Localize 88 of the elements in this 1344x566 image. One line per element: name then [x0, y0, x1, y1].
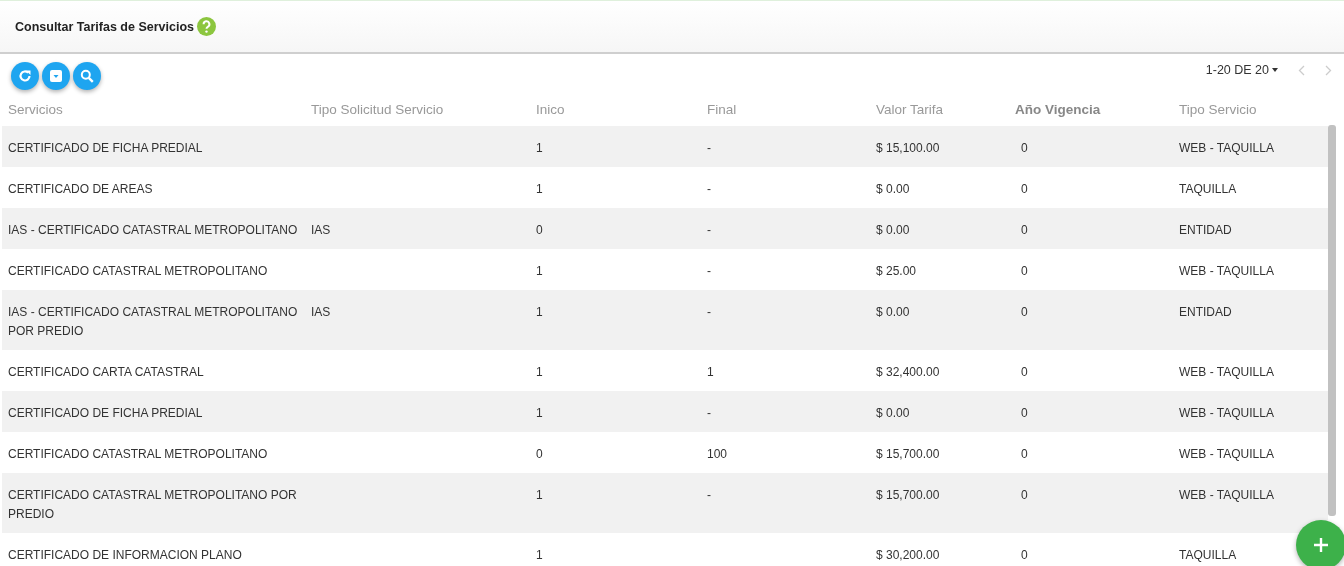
column-header[interactable]: Valor Tarifa [870, 101, 1009, 117]
table-cell-text: CERTIFICADO CATASTRAL METROPOLITANO POR PREDIO [7, 487, 298, 523]
table-cell-text: $ 0.00 [875, 405, 911, 422]
search-icon [80, 68, 94, 83]
table-cell-text: 0 [1020, 487, 1029, 504]
table-cell-text: $ 0.00 [875, 304, 911, 321]
page-title: Consultar Tarifas de Servicios [15, 19, 194, 34]
table-row[interactable]: CERTIFICADO CATASTRAL METROPOLITANO POR PREDIO 1 - $ 15,700.00 0 WEB - TAQUILLA [2, 473, 1328, 533]
table-cell-text: - [706, 405, 712, 422]
table-cell-text: IAS - CERTIFICADO CATASTRAL METROPOLITANO [7, 222, 299, 239]
table-cell-text: TAQUILLA [1178, 181, 1238, 198]
table-cell-text: 1 [535, 263, 544, 280]
previous-page-icon[interactable] [1298, 64, 1305, 76]
table-row[interactable]: CERTIFICADO DE FICHA PREDIAL 1 - $ 15,100.00 0 WEB - TAQUILLA [2, 126, 1328, 167]
table-cell-text: WEB - TAQUILLA [1178, 405, 1275, 422]
table-cell-text: 1 [535, 405, 544, 422]
table-cell-text: WEB - TAQUILLA [1178, 446, 1275, 463]
table-cell-text: $ 0.00 [875, 222, 911, 239]
table-cell-text: IAS [310, 222, 332, 239]
table-cell-text: TAQUILLA [1178, 547, 1238, 564]
column-header[interactable]: Año Vigencia [1009, 101, 1173, 117]
add-button[interactable] [1296, 520, 1344, 566]
table-cell-text: 1 [706, 364, 715, 381]
table-cell-text: 0 [1020, 263, 1029, 280]
table-cell-text: - [706, 140, 712, 157]
table-cell-text: 0 [1020, 405, 1029, 422]
table-cell-text: - [706, 263, 712, 280]
table-cell-text: $ 15,100.00 [875, 140, 941, 157]
column-header[interactable]: Servicios [2, 101, 305, 117]
search-button[interactable] [73, 61, 101, 90]
table-cell-text: CERTIFICADO DE FICHA PREDIAL [7, 405, 204, 422]
pagination-dropdown[interactable]: 1-20 DE 20 [1205, 63, 1278, 77]
table-cell-text: 100 [706, 446, 729, 463]
table-cell-text: 0 [535, 446, 544, 463]
column-header[interactable]: Final [701, 101, 870, 117]
table-cell-text: CERTIFICADO DE INFORMACION PLANO [7, 547, 243, 564]
table-cell-text: $ 25.00 [875, 263, 918, 280]
table-cell-text: 0 [1020, 140, 1029, 157]
caret-icon [1272, 68, 1278, 72]
table-cell-text: CERTIFICADO CATASTRAL METROPOLITANO [7, 263, 269, 280]
plus-icon [1313, 537, 1329, 553]
table-cell-text: 0 [1020, 304, 1029, 321]
table-row[interactable]: CERTIFICADO DE FICHA PREDIAL 1 - $ 0.00 0 WEB - TAQUILLA [2, 391, 1328, 432]
table-cell-text: 1 [535, 487, 544, 504]
table-cell-text: 0 [1020, 181, 1029, 198]
table-cell-text: WEB - TAQUILLA [1178, 364, 1275, 381]
table-cell-text: WEB - TAQUILLA [1178, 263, 1275, 280]
table-cell-text: $ 15,700.00 [875, 487, 941, 504]
table-cell-text: ENTIDAD [1178, 304, 1233, 321]
table-cell-text: $ 15,700.00 [875, 446, 941, 463]
refresh-icon [18, 68, 32, 83]
table-cell-text: - [706, 304, 712, 321]
table-cell-text: 1 [535, 364, 544, 381]
table-cell-text: - [706, 487, 712, 504]
table-cell-text: 1 [535, 547, 544, 564]
table-cell-text: 1 [535, 140, 544, 157]
table-cell-text: - [706, 222, 712, 239]
column-header[interactable]: Tipo Servicio [1173, 101, 1328, 117]
table-cell-text: WEB - TAQUILLA [1178, 140, 1275, 157]
table-cell-text: IAS - CERTIFICADO CATASTRAL METROPOLITANO POR PREDIO [7, 304, 299, 340]
table-cell-text: CERTIFICADO CATASTRAL METROPOLITANO [7, 446, 269, 463]
table-row[interactable]: IAS - CERTIFICADO CATASTRAL METROPOLITANO POR PREDIO IAS 1 - $ 0.00 0 ENTIDAD [2, 290, 1328, 350]
column-header[interactable]: Inico [530, 101, 701, 117]
table-cell-text: 1 [535, 181, 544, 198]
table-cell-text: ENTIDAD [1178, 222, 1233, 239]
table-cell-text: $ 30,200.00 [875, 547, 941, 564]
table-cell-text: WEB - TAQUILLA [1178, 487, 1275, 504]
refresh-button[interactable] [11, 61, 39, 90]
table-cell-text: $ 0.00 [875, 181, 911, 198]
table-cell-text: CERTIFICADO CARTA CATASTRAL [7, 364, 205, 381]
table-cell-text: 0 [535, 222, 544, 239]
help-icon[interactable] [197, 17, 216, 36]
table-cell-text: IAS [310, 304, 332, 321]
table-cell-text: - [706, 181, 712, 198]
table-row[interactable]: IAS - CERTIFICADO CATASTRAL METROPOLITANO IAS 0 - $ 0.00 0 ENTIDAD [2, 208, 1328, 249]
download-box-icon [49, 68, 63, 83]
next-page-icon[interactable] [1325, 64, 1332, 76]
table-cell-text: 0 [1020, 446, 1029, 463]
table-cell-text: 0 [1020, 222, 1029, 239]
table-cell-text: $ 32,400.00 [875, 364, 941, 381]
table-cell-text: 0 [1020, 547, 1029, 564]
table-cell-text: CERTIFICADO DE FICHA PREDIAL [7, 140, 204, 157]
table-cell-text: 0 [1020, 364, 1029, 381]
download-button[interactable] [42, 61, 70, 90]
table-cell-text: 1 [535, 304, 544, 321]
table-cell-text: CERTIFICADO DE AREAS [7, 181, 154, 198]
scrollbar[interactable] [1328, 125, 1336, 516]
column-header[interactable]: Tipo Solicitud Servicio [305, 101, 530, 117]
